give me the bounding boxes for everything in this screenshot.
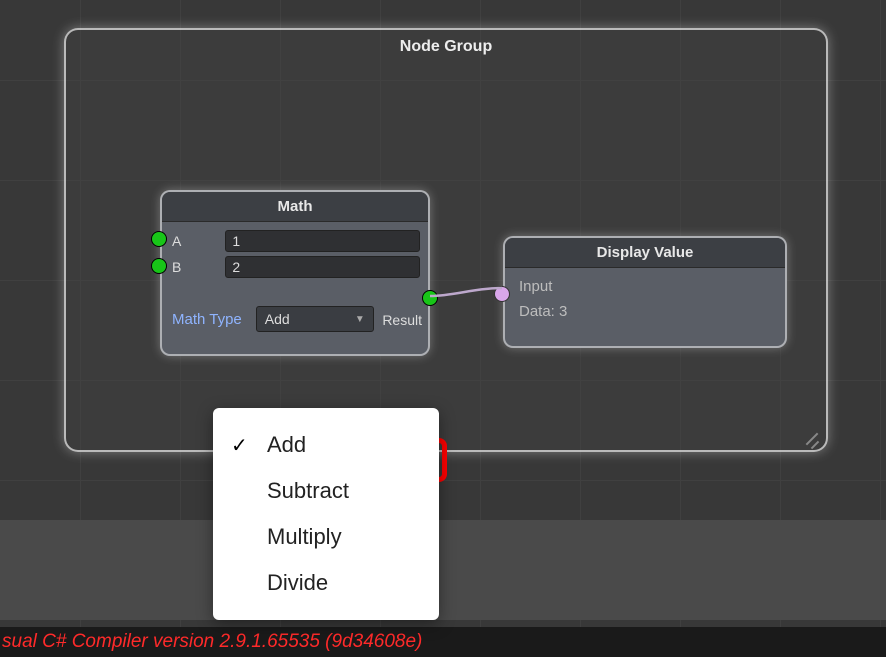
- input-a-label: A: [172, 233, 181, 249]
- check-icon: ✓: [231, 433, 253, 458]
- display-value-node[interactable]: Display Value Input Data: 3: [503, 236, 787, 348]
- menu-item-label: Add: [267, 432, 306, 458]
- input-b-label: B: [172, 259, 181, 275]
- result-label: Result: [382, 312, 422, 328]
- status-bar: sual C# Compiler version 2.9.1.65535 (9d…: [0, 627, 886, 657]
- lower-panel: [0, 520, 886, 620]
- node-group-title: Node Group: [66, 38, 826, 56]
- math-node-title: Math: [162, 192, 428, 222]
- menu-item-divide[interactable]: Divide: [213, 560, 439, 606]
- math-type-menu: ✓ Add Subtract Multiply Divide: [213, 408, 439, 620]
- menu-item-label: Divide: [267, 570, 328, 596]
- display-data-value: Data: 3: [519, 303, 771, 320]
- menu-item-label: Multiply: [267, 524, 342, 550]
- math-type-value: Add: [265, 311, 290, 327]
- menu-item-add[interactable]: ✓ Add: [213, 422, 439, 468]
- resize-handle-icon[interactable]: [798, 424, 820, 446]
- math-type-dropdown[interactable]: Add ▼: [256, 306, 374, 332]
- display-node-title: Display Value: [505, 238, 785, 268]
- menu-item-label: Subtract: [267, 478, 349, 504]
- status-text: sual C# Compiler version 2.9.1.65535 (9d…: [2, 631, 422, 652]
- math-type-label: Math Type: [172, 311, 242, 328]
- menu-item-multiply[interactable]: Multiply: [213, 514, 439, 560]
- node-group[interactable]: Node Group Math A B Result Math Type Add…: [64, 28, 828, 452]
- chevron-down-icon: ▼: [355, 314, 365, 325]
- display-input-label: Input: [519, 278, 771, 295]
- input-b-field[interactable]: [225, 256, 420, 278]
- math-node[interactable]: Math A B Result Math Type Add ▼: [160, 190, 430, 356]
- menu-item-subtract[interactable]: Subtract: [213, 468, 439, 514]
- input-a-field[interactable]: [225, 230, 420, 252]
